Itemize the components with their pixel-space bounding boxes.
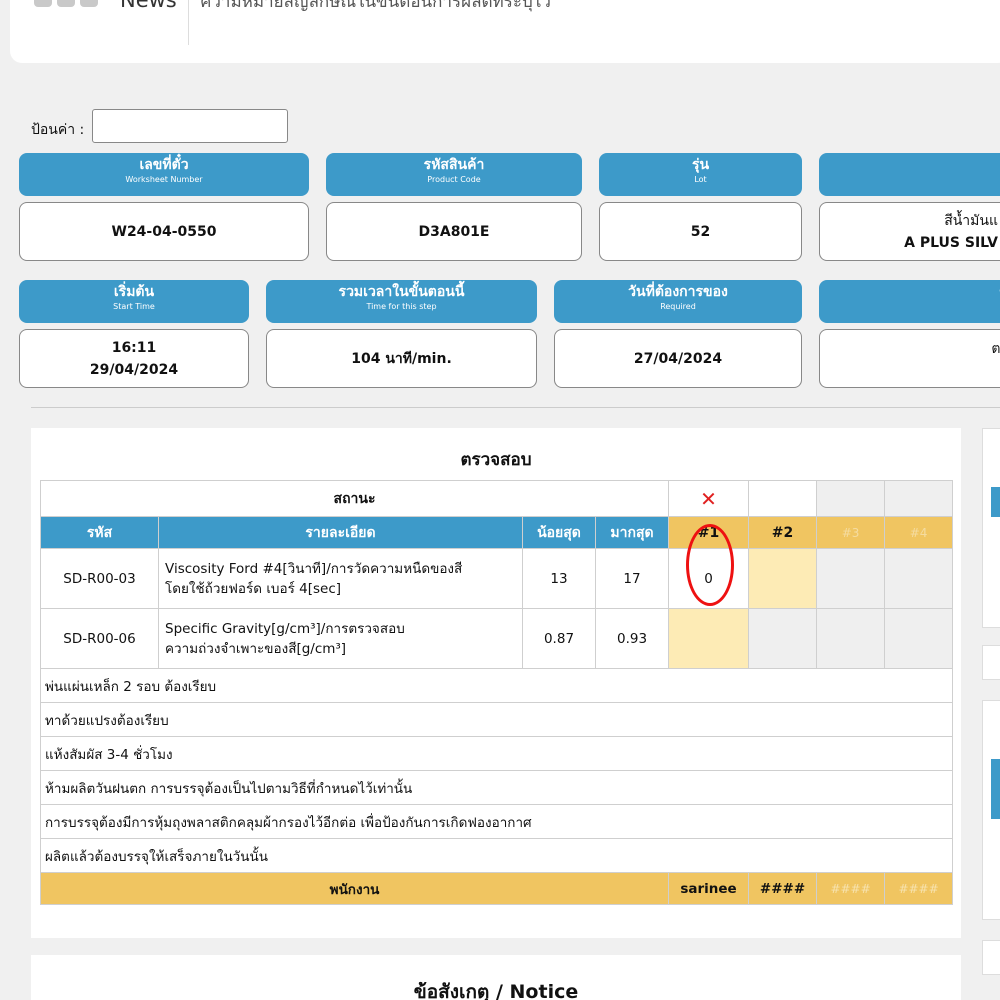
employee-2: #### <box>748 872 818 905</box>
sample-4-cell <box>884 608 954 669</box>
sample-1-input[interactable] <box>668 608 750 669</box>
row-detail: Viscosity Ford #4[วินาที]/การวัดความหนืด… <box>158 548 523 609</box>
employee-4: #### <box>884 872 954 905</box>
note-line: ผลิตแล้วต้องบรรจุให้เสร็จภายในวันนั้น <box>39 838 954 873</box>
col-sample-3: #3 <box>816 516 886 549</box>
note-line: การบรรจุต้องมีการหุ้มถุงพลาสติกคลุมผ้ากร… <box>39 804 954 839</box>
card-head-time-step: รวมเวลาในขั้นตอนนี้ Time for this step <box>266 280 537 323</box>
input-label: ป้อนค่า : <box>31 122 85 138</box>
table-row: SD-R00-06 Specific Gravity[g/cm³]/การตรว… <box>40 608 954 669</box>
inspection-table: สถานะ ✕ รหัส รายละเอียด น้อยสุด มากสุด #… <box>39 480 954 905</box>
inspection-panel: ตรวจสอบ สถานะ ✕ รหัส รายละเอียด น้อยสุด … <box>31 428 961 938</box>
col-code: รหัส <box>40 516 159 549</box>
employee-label: พนักงาน <box>39 872 670 905</box>
header-marquee-text: ความหมายสัญลักษณ์ในขั้นตอนการผลิตที่ระบุ… <box>200 0 551 12</box>
note-line: ห้ามผลิตวันฝนตก การบรรจุต้องเป็นไปตามวิธ… <box>39 770 954 805</box>
card-head-start-time: เริ่มต้น Start Time <box>19 280 249 323</box>
top-header: News ความหมายสัญลักษณ์ในขั้นตอนการผลิตที… <box>10 0 1000 63</box>
sample-4-cell <box>884 548 954 609</box>
time-step-value: 104 นาที/min. <box>266 329 537 388</box>
value-input[interactable] <box>92 109 288 143</box>
notice-title: ข้อสังเกตุ / Notice <box>413 981 579 1000</box>
card-head-step: ขัI <box>819 280 1000 323</box>
required-date-value: 27/04/2024 <box>554 329 802 388</box>
row-detail: Specific Gravity[g/cm³]/การตรวจสอบ ความถ่… <box>158 608 523 669</box>
row-max: 0.93 <box>594 608 670 669</box>
news-label[interactable]: News <box>120 0 177 12</box>
card-head-product-name <box>819 153 1000 196</box>
section-divider <box>31 407 1000 408</box>
red-annotation-circle <box>686 524 734 606</box>
sample-3-cell <box>816 608 886 669</box>
row-max: 17 <box>594 548 670 609</box>
employee-1: sarinee <box>668 872 750 905</box>
col-sample-2: #2 <box>748 516 818 549</box>
header-divider <box>188 0 189 45</box>
sample-3-cell <box>816 548 886 609</box>
worksheet-number-value: W24-04-0550 <box>19 202 309 261</box>
status-cell-4 <box>884 480 954 517</box>
status-cell-2 <box>748 480 818 517</box>
right-panel-2 <box>982 645 1000 680</box>
apps-grid-icon[interactable] <box>34 0 98 7</box>
card-head-worksheet: เลขที่ตั๋ว Worksheet Number <box>19 153 309 196</box>
lot-value: 52 <box>599 202 802 261</box>
right-panel-1 <box>982 428 1000 628</box>
sample-2-input[interactable] <box>748 548 818 609</box>
sample-2-cell <box>748 608 818 669</box>
card-head-required-date: วันที่ต้องการของ Required <box>554 280 802 323</box>
note-line: พ่นแผ่นเหล็ก 2 รอบ ต้องเรียบ <box>39 668 954 703</box>
row-code: SD-R00-06 <box>40 608 159 669</box>
note-line: แห้งสัมผัส 3-4 ชั่วโมง <box>39 736 954 771</box>
product-code-value: D3A801E <box>326 202 582 261</box>
status-cell-3 <box>816 480 886 517</box>
note-line: ทาด้วยแปรงต้องเรียบ <box>39 702 954 737</box>
col-min: น้อยสุด <box>522 516 596 549</box>
right-panel-4 <box>982 940 1000 975</box>
start-time-value: 16:11 29/04/2024 <box>19 329 249 388</box>
step-value: ตร <box>819 329 1000 388</box>
row-code: SD-R00-03 <box>40 548 159 609</box>
col-sample-4: #4 <box>884 516 954 549</box>
employee-3: #### <box>816 872 886 905</box>
product-name-value: สีน้ำมันแ A PLUS SILV <box>819 202 1000 261</box>
inspection-title: ตรวจสอบ <box>460 450 532 470</box>
card-head-lot: รุ่น Lot <box>599 153 802 196</box>
col-detail: รายละเอียด <box>158 516 523 549</box>
row-min: 0.87 <box>522 608 596 669</box>
right-panel-3 <box>982 700 1000 920</box>
table-row: SD-R00-03 Viscosity Ford #4[วินาที]/การว… <box>40 548 954 609</box>
col-max: มากสุด <box>594 516 670 549</box>
row-min: 13 <box>522 548 596 609</box>
status-fail-icon: ✕ <box>668 480 750 517</box>
notice-panel: ข้อสังเกตุ / Notice <box>31 955 961 1000</box>
status-label: สถานะ <box>39 480 670 517</box>
card-head-product-code: รหัสสินค้า Product Code <box>326 153 582 196</box>
